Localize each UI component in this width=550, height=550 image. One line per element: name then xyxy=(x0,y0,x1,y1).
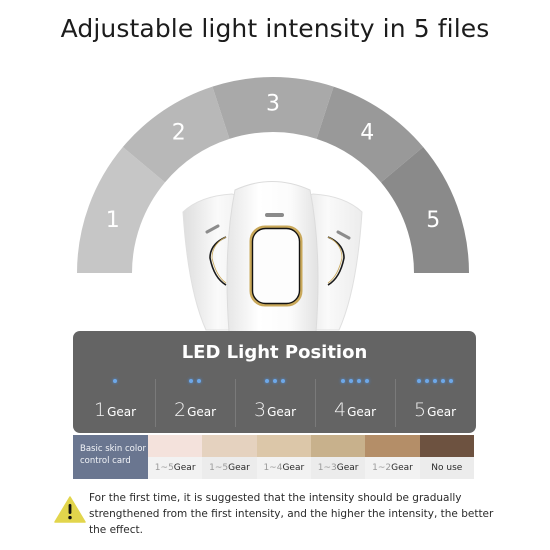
range-word: Gear xyxy=(228,463,250,473)
gear-level-5: 5Gear xyxy=(395,375,475,431)
gear-level-1: 1Gear xyxy=(75,375,155,431)
skin-color-sample xyxy=(365,435,420,457)
skin-swatch: 1~5 Gear xyxy=(148,435,203,479)
skin-gear-range: 1~2 Gear xyxy=(365,457,420,479)
skin-swatch: 1~4 Gear xyxy=(256,435,311,479)
gear-label: 4Gear xyxy=(315,399,395,421)
gear-level-2: 2Gear xyxy=(155,375,235,431)
panel-title: LED Light Position xyxy=(181,342,368,363)
led-dots xyxy=(155,379,235,383)
gear-label: 3Gear xyxy=(235,399,315,421)
gear-number: 2 xyxy=(173,399,187,421)
led-window-icon xyxy=(265,213,284,217)
skin-swatch: 1~2 Gear xyxy=(365,435,420,479)
led-dot-icon xyxy=(433,379,437,383)
led-dot-icon xyxy=(365,379,369,383)
skin-gear-range: 1~5 Gear xyxy=(202,457,257,479)
range-text: 1~4 xyxy=(263,463,283,473)
gear-number: 1 xyxy=(93,399,107,421)
led-dot-icon xyxy=(357,379,361,383)
skin-color-sample xyxy=(310,435,366,457)
skin-color-sample xyxy=(202,435,257,457)
led-dot-icon xyxy=(425,379,429,383)
gear-label: 2Gear xyxy=(155,399,235,421)
gear-word: Gear xyxy=(267,405,297,419)
range-word: Gear xyxy=(336,463,359,473)
gear-divider xyxy=(395,379,396,427)
skin-gear-range: 1~4 Gear xyxy=(256,457,311,479)
range-text: 1~5 xyxy=(209,463,229,473)
led-dot-icon xyxy=(441,379,445,383)
skin-gear-range: 1~3 Gear xyxy=(310,457,366,479)
led-dot-icon xyxy=(281,379,285,383)
skin-swatch: 1~5 Gear xyxy=(202,435,257,479)
led-dots xyxy=(395,379,475,383)
gear-divider xyxy=(235,379,236,427)
range-word: Gear xyxy=(282,463,305,473)
led-dots xyxy=(75,379,155,383)
gear-label: 5Gear xyxy=(395,399,475,421)
skin-card-label-line1: Basic skin color xyxy=(80,444,146,454)
gear-word: Gear xyxy=(187,405,217,419)
skin-swatch: 1~3 Gear xyxy=(310,435,366,479)
gear-divider xyxy=(155,379,156,427)
range-word: Gear xyxy=(173,463,196,473)
gear-number: 4 xyxy=(333,399,347,421)
skin-color-control-card: Basic skin color control card 1~5 Gear 1~5… xyxy=(73,435,474,479)
device-center xyxy=(226,181,319,333)
skin-card-label: Basic skin color control card xyxy=(73,435,148,479)
gear-divider xyxy=(315,379,316,427)
device-illustration xyxy=(182,181,363,333)
range-word: No use xyxy=(431,463,463,473)
led-dot-icon xyxy=(273,379,277,383)
range-text: 1~5 xyxy=(154,463,174,473)
skin-color-sample xyxy=(419,435,474,457)
gear-level-3: 3Gear xyxy=(235,375,315,431)
gear-level-4: 4Gear xyxy=(315,375,395,431)
skin-color-sample xyxy=(256,435,311,457)
warning-text: For the first time, it is suggested that… xyxy=(89,492,494,536)
skin-swatch: No use xyxy=(419,435,474,479)
led-dots xyxy=(315,379,395,383)
led-dot-icon xyxy=(113,379,117,383)
led-dot-icon xyxy=(189,379,193,383)
gear-number: 5 xyxy=(413,399,427,421)
led-dot-icon xyxy=(449,379,453,383)
skin-color-sample xyxy=(148,435,203,457)
gear-label: 1Gear xyxy=(75,399,155,421)
led-dot-icon xyxy=(341,379,345,383)
skin-gear-range: 1~5 Gear xyxy=(148,457,203,479)
led-light-position-panel: LED Light Position 1Gear 2Gear 3Gear 4Gear 5… xyxy=(73,331,476,433)
gear-word: Gear xyxy=(107,405,137,419)
warning-triangle-icon xyxy=(54,496,86,523)
led-dots xyxy=(235,379,315,383)
led-dot-icon xyxy=(349,379,353,383)
range-text: 1~2 xyxy=(372,463,392,473)
skin-gear-range: No use xyxy=(419,457,474,479)
led-dot-icon xyxy=(265,379,269,383)
range-text: 1~3 xyxy=(317,463,337,473)
led-dot-icon xyxy=(197,379,201,383)
gear-word: Gear xyxy=(347,405,377,419)
range-word: Gear xyxy=(391,463,413,473)
gear-number: 3 xyxy=(253,399,267,421)
gear-word: Gear xyxy=(427,405,457,419)
led-dot-icon xyxy=(417,379,421,383)
skin-card-label-line2: control card xyxy=(80,456,131,466)
